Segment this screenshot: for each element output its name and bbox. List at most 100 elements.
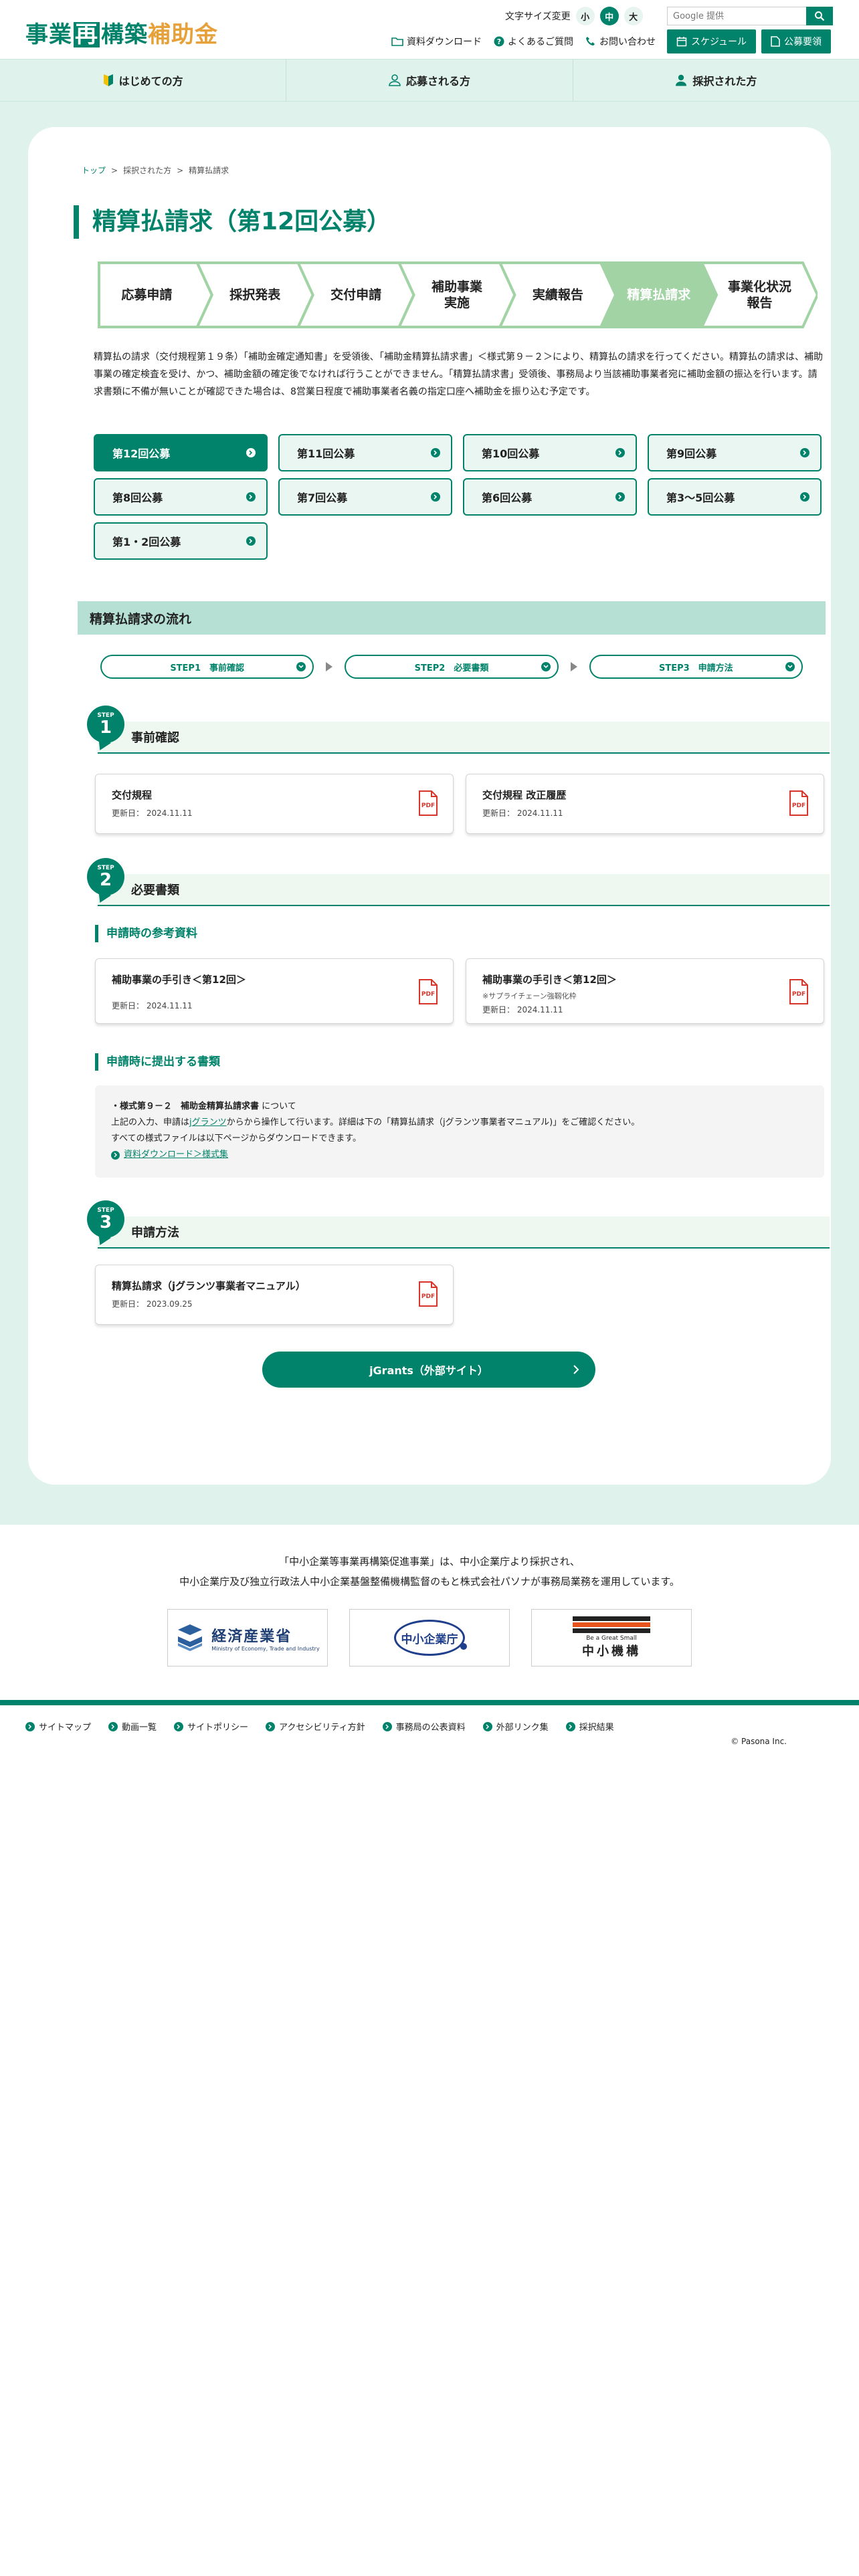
breadcrumb-separator: > — [177, 165, 184, 175]
step1-link[interactable]: STEP1 事前確認 — [100, 655, 314, 679]
round-tab-label: 第6回公募 — [482, 492, 533, 504]
smrj-logo[interactable]: Be a Great Small 中小機構 — [531, 1609, 692, 1667]
footer-link[interactable]: アクセシビリティ方針 — [266, 1720, 365, 1733]
step3-title: 申請方法 — [98, 1216, 830, 1249]
chevron-right-icon — [174, 1721, 184, 1731]
contact-link-label: お問い合わせ — [599, 37, 656, 47]
step3-link[interactable]: STEP3 申請方法 — [589, 655, 803, 679]
font-size-small-button[interactable]: 小 — [575, 7, 595, 25]
guidelines-button[interactable]: 公募要領 — [761, 29, 832, 53]
svg-text:PDF: PDF — [421, 802, 435, 809]
nav-adopted-label: 採択された方 — [692, 75, 757, 88]
round-tab[interactable]: 第9回公募 — [648, 434, 822, 471]
guidelines-button-label: 公募要領 — [784, 37, 822, 47]
svg-text:PDF: PDF — [792, 991, 805, 998]
reference-docs-title: 申請時の参考資料 — [95, 925, 803, 942]
nav-beginners-label: はじめての方 — [118, 75, 183, 88]
site-logo[interactable]: 事業再構築補助金 — [25, 16, 218, 49]
footer-link[interactable]: サイトマップ — [25, 1720, 91, 1733]
doc-card[interactable]: 交付規程 更新日： 2024.11.11 PDF — [95, 774, 454, 834]
step3-badge: STEP 3 — [87, 1200, 124, 1238]
contact-link[interactable]: お問い合わせ — [585, 35, 656, 48]
nav-adopted[interactable]: 採択された方 — [573, 60, 859, 101]
round-tab-label: 第3～5回公募 — [666, 492, 735, 504]
page-title: 精算払請求（第12回公募） — [74, 205, 803, 239]
forms-download-link[interactable]: 資料ダウンロード＞様式集 — [124, 1147, 228, 1163]
flow-step-label: 応募申請 — [121, 288, 173, 302]
chevron-right-icon — [266, 1721, 276, 1731]
site-footer: 「中小企業等事業再構築促進事業」は、中小企業庁より採択され、 中小企業庁及び独立… — [0, 1525, 859, 1746]
schedule-button[interactable]: スケジュール — [667, 29, 757, 53]
search-icon — [815, 11, 825, 21]
doc-date: 更新日： 2024.11.11 — [482, 809, 563, 818]
doc-card[interactable]: 補助事業の手引き＜第12回＞ ※サプライチェーン強靱化枠 更新日： 2024.1… — [466, 958, 824, 1024]
round-tab[interactable]: 第12回公募 — [94, 434, 268, 471]
doc-date: 更新日： 2024.11.11 — [112, 1001, 193, 1010]
footer-link-label: サイトマップ — [39, 1723, 92, 1733]
footer-link[interactable]: 採択結果 — [565, 1720, 614, 1733]
nav-beginners[interactable]: はじめての方 — [0, 60, 287, 101]
calendar-icon — [676, 37, 687, 47]
footer-text-2: 中小企業庁及び独立行政法人中小企業基盤整備機構監督のもと株式会社パソナが事務局業… — [179, 1576, 680, 1588]
breadcrumb-adopted[interactable]: 採択された方 — [123, 165, 171, 176]
font-size-medium-button[interactable]: 中 — [599, 7, 619, 25]
font-size-large-button[interactable]: 大 — [624, 7, 643, 25]
site-header: 事業再構築補助金 文字サイズ変更 小 中 大 資料ダウンロード ? よくあるご質… — [0, 0, 859, 59]
meti-logo[interactable]: 経済産業省 Ministry of Economy, Trade and Ind… — [167, 1609, 328, 1667]
doc-date: 更新日： 2023.09.25 — [112, 1299, 193, 1309]
doc-card[interactable]: 精算払請求（jグランツ事業者マニュアル） 更新日： 2023.09.25 PDF — [95, 1265, 454, 1325]
footer-link[interactable]: 動画一覧 — [108, 1720, 157, 1733]
doc-subtitle: ※サプライチェーン強靱化枠 — [482, 992, 577, 1000]
search-button[interactable] — [806, 7, 833, 25]
round-tab[interactable]: 第10回公募 — [463, 434, 637, 471]
chevron-right-icon — [800, 492, 809, 502]
chevron-right-icon — [246, 536, 256, 546]
doc-title: 交付規程 — [112, 789, 153, 801]
faq-link[interactable]: ? よくあるご質問 — [494, 35, 573, 48]
doc-title: 補助事業の手引き＜第12回＞ — [112, 974, 246, 986]
pdf-icon: PDF — [789, 979, 809, 1004]
round-tab[interactable]: 第6回公募 — [463, 478, 637, 516]
doc-date: 更新日： 2024.11.11 — [112, 809, 193, 818]
chusho-logo[interactable]: 中小企業庁 — [349, 1609, 510, 1667]
round-tab[interactable]: 第11回公募 — [278, 434, 452, 471]
step1-title: 事前確認 — [98, 722, 830, 754]
download-link[interactable]: 資料ダウンロード — [391, 35, 482, 48]
download-link-label: 資料ダウンロード — [407, 37, 482, 47]
breadcrumb-separator: > — [111, 165, 118, 175]
doc-card[interactable]: 交付規程 改正履歴 更新日： 2024.11.11 PDF — [466, 774, 824, 834]
nav-applicants[interactable]: 応募される方 — [286, 60, 573, 101]
footer-link[interactable]: サイトポリシー — [174, 1720, 248, 1733]
svg-text:PDF: PDF — [421, 1293, 435, 1300]
jgrants-inline-link[interactable]: jグランツ — [189, 1117, 227, 1128]
footer-link[interactable]: 外部リンク集 — [482, 1720, 549, 1733]
round-tab[interactable]: 第7回公募 — [278, 478, 452, 516]
round-tabs: 第12回公募 第11回公募 第10回公募 第9回公募第8回公募 第7回公募 第6回公募 第3… — [94, 434, 822, 560]
submit-docs-title: 申請時に提出する書類 — [95, 1053, 803, 1071]
pdf-icon: PDF — [418, 979, 438, 1004]
round-tab-label: 第12回公募 — [112, 447, 171, 460]
footer-link[interactable]: 事務局の公表資料 — [382, 1720, 466, 1733]
flow-step-label: 事業化状況 報告 — [728, 280, 792, 310]
round-tab[interactable]: 第1・2回公募 — [94, 522, 268, 560]
jgrants-button[interactable]: jGrants（外部サイト） — [262, 1352, 595, 1388]
chevron-right-icon — [482, 1721, 492, 1731]
flow-step-label: 採択発表 — [229, 288, 281, 302]
pdf-icon: PDF — [789, 790, 809, 816]
smrj-logo-subtext: Be a Great Small — [586, 1635, 637, 1642]
breadcrumb: トップ > 採択された方 > 精算払請求 — [82, 165, 803, 176]
step2-link[interactable]: STEP2 必要書類 — [345, 655, 559, 679]
phone-icon — [586, 37, 595, 45]
footer-link-label: 事務局の公表資料 — [395, 1723, 466, 1733]
search-input[interactable] — [667, 7, 806, 25]
doc-card[interactable]: 補助事業の手引き＜第12回＞ 更新日： 2024.11.11 PDF — [95, 958, 454, 1024]
chevron-right-icon — [246, 448, 256, 457]
font-size-label: 文字サイズ変更 — [505, 11, 571, 22]
footer-text-1: 「中小企業等事業再構築促進事業」は、中小企業庁より採択され、 — [279, 1555, 580, 1568]
breadcrumb-top[interactable]: トップ — [82, 165, 106, 176]
step2-link-label: STEP2 必要書類 — [414, 663, 489, 673]
svg-text:PDF: PDF — [421, 991, 435, 998]
round-tab[interactable]: 第3～5回公募 — [648, 478, 822, 516]
round-tab[interactable]: 第8回公募 — [94, 478, 268, 516]
chevron-right-icon — [800, 448, 809, 457]
